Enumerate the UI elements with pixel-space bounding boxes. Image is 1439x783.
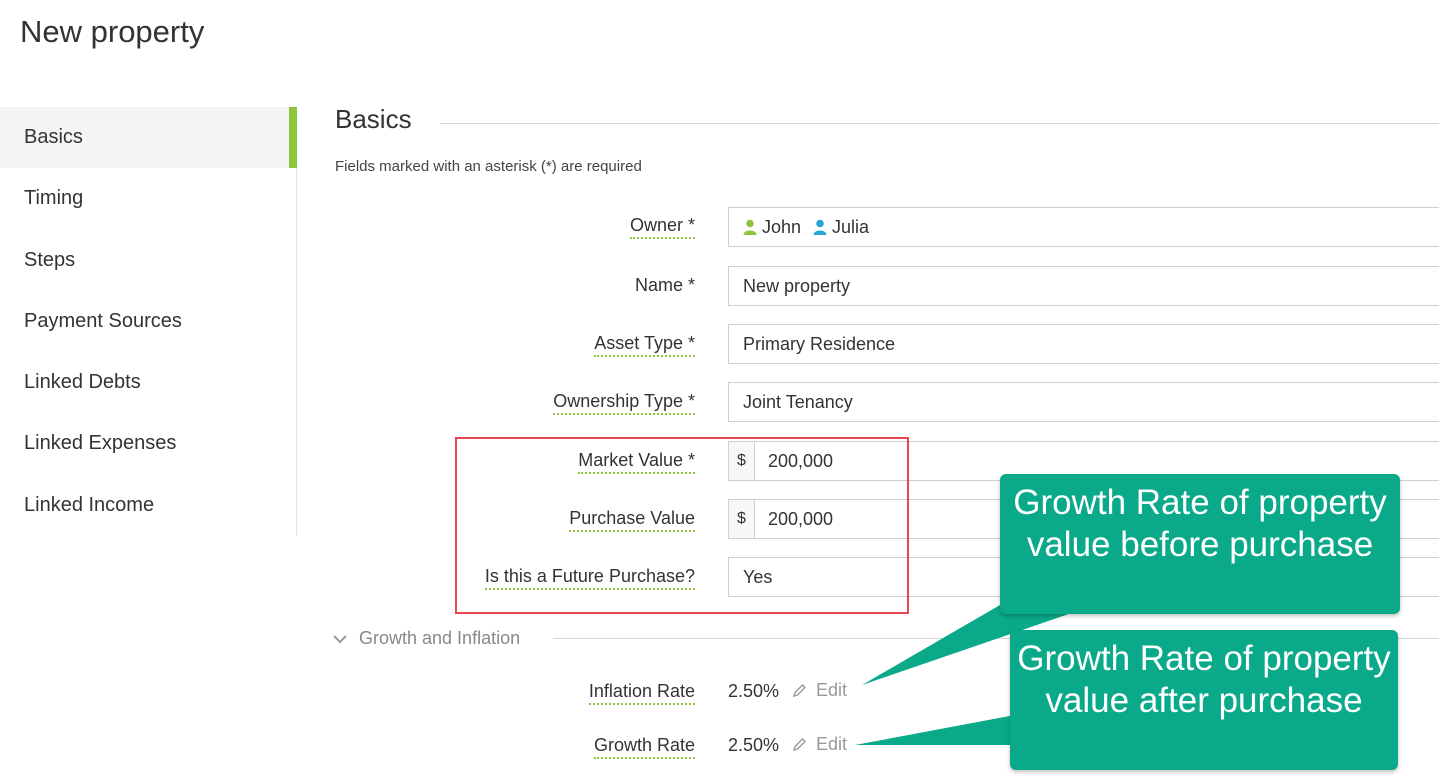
callout-after-pointer xyxy=(855,715,1015,745)
callout-after-purchase: Growth Rate of property value after purc… xyxy=(1010,630,1398,770)
callout-before-purchase: Growth Rate of property value before pur… xyxy=(1000,474,1400,614)
